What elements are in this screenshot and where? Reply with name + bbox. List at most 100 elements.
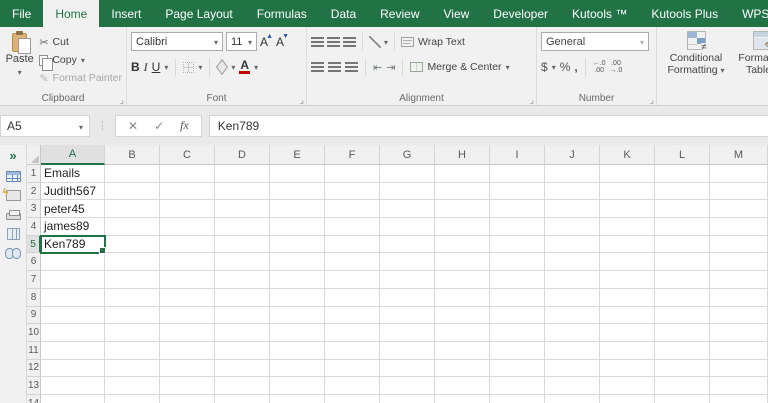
cell-A4[interactable]: james89: [41, 218, 105, 236]
cell-K12[interactable]: [600, 359, 655, 378]
cell-G7[interactable]: [380, 271, 435, 289]
borders-dropdown-arrow[interactable]: [198, 61, 202, 73]
cell-B11[interactable]: [105, 341, 160, 360]
alignment-dialog-launcher[interactable]: [530, 95, 534, 105]
cell-I4[interactable]: [490, 218, 545, 236]
cell-G5[interactable]: [380, 235, 435, 254]
cell-H5[interactable]: [435, 235, 490, 254]
column-header-J[interactable]: J: [545, 145, 600, 165]
cell-K11[interactable]: [600, 341, 655, 360]
cell-F12[interactable]: [325, 359, 380, 378]
cell-E10[interactable]: [270, 324, 325, 342]
formula-bar-input[interactable]: Ken789: [208, 114, 768, 137]
cell-F14[interactable]: [325, 394, 380, 403]
cell-J3[interactable]: [545, 200, 600, 219]
cell-C4[interactable]: [160, 218, 215, 236]
cell-C6[interactable]: [160, 253, 215, 272]
cell-E11[interactable]: [270, 341, 325, 360]
cell-B14[interactable]: [105, 394, 160, 403]
accounting-dropdown-arrow[interactable]: [552, 61, 556, 73]
row-header-12[interactable]: 12: [27, 359, 41, 378]
cell-M3[interactable]: [710, 200, 768, 219]
cell-I9[interactable]: [490, 306, 545, 325]
number-format-dropdown-arrow[interactable]: [640, 36, 644, 48]
cell-C14[interactable]: [160, 394, 215, 403]
format-painter-button[interactable]: Format Painter: [39, 70, 122, 86]
cell-M8[interactable]: [710, 288, 768, 307]
cell-A1[interactable]: Emails: [41, 165, 105, 183]
cell-K5[interactable]: [600, 235, 655, 254]
tab-data[interactable]: Data: [319, 0, 368, 27]
cell-G4[interactable]: [380, 218, 435, 236]
row-header-7[interactable]: 7: [27, 271, 41, 289]
cell-C13[interactable]: [160, 377, 215, 395]
tab-kutools-plus[interactable]: Kutools Plus: [639, 0, 730, 27]
bold-button[interactable]: B: [131, 60, 140, 74]
cell-M12[interactable]: [710, 359, 768, 378]
cell-H4[interactable]: [435, 218, 490, 236]
cell-K9[interactable]: [600, 306, 655, 325]
cell-F9[interactable]: [325, 306, 380, 325]
cell-H2[interactable]: [435, 182, 490, 201]
cell-M7[interactable]: [710, 271, 768, 289]
column-header-F[interactable]: F: [325, 145, 380, 165]
cell-C12[interactable]: [160, 359, 215, 378]
cell-M10[interactable]: [710, 324, 768, 342]
cell-L9[interactable]: [655, 306, 710, 325]
cell-F8[interactable]: [325, 288, 380, 307]
tab-kutools[interactable]: Kutools ™: [560, 0, 639, 27]
cell-M9[interactable]: [710, 306, 768, 325]
cell-A11[interactable]: [41, 341, 105, 360]
decrease-font-size-button[interactable]: A ▼: [276, 33, 289, 49]
cell-J8[interactable]: [545, 288, 600, 307]
row-header-8[interactable]: 8: [27, 288, 41, 307]
middle-align-icon[interactable]: [327, 36, 340, 47]
cell-J5[interactable]: [545, 235, 600, 254]
cell-M2[interactable]: [710, 182, 768, 201]
cell-I14[interactable]: [490, 394, 545, 403]
cell-D14[interactable]: [215, 394, 270, 403]
cell-A9[interactable]: [41, 306, 105, 325]
cell-A13[interactable]: [41, 377, 105, 395]
cell-C5[interactable]: [160, 235, 215, 254]
cell-B5[interactable]: [105, 235, 160, 254]
cell-F7[interactable]: [325, 271, 380, 289]
formula-bar-grip[interactable]: ⋮: [97, 119, 108, 132]
row-header-5[interactable]: 5: [27, 235, 41, 254]
cell-L1[interactable]: [655, 165, 710, 183]
clipboard-dialog-launcher[interactable]: [120, 95, 124, 105]
cell-B1[interactable]: [105, 165, 160, 183]
cell-J10[interactable]: [545, 324, 600, 342]
wrap-text-button[interactable]: Wrap Text: [401, 36, 465, 48]
cell-L2[interactable]: [655, 182, 710, 201]
cell-J14[interactable]: [545, 394, 600, 403]
cell-J1[interactable]: [545, 165, 600, 183]
decrease-decimal-button[interactable]: .00 →.0: [610, 60, 623, 74]
cell-H10[interactable]: [435, 324, 490, 342]
cell-B8[interactable]: [105, 288, 160, 307]
cell-C2[interactable]: [160, 182, 215, 201]
cell-G10[interactable]: [380, 324, 435, 342]
cell-A6[interactable]: [41, 253, 105, 272]
tab-wps-pdf[interactable]: WPS PDF: [730, 0, 768, 27]
tab-insert[interactable]: Insert: [99, 0, 153, 27]
cancel-button[interactable]: ✕: [128, 119, 138, 133]
cell-K14[interactable]: [600, 394, 655, 403]
comma-style-button[interactable]: ,: [574, 60, 577, 74]
italic-button[interactable]: I: [144, 60, 148, 75]
cell-M6[interactable]: [710, 253, 768, 272]
cell-K10[interactable]: [600, 324, 655, 342]
cell-L8[interactable]: [655, 288, 710, 307]
cell-L5[interactable]: [655, 235, 710, 254]
copy-button[interactable]: Copy: [39, 52, 122, 71]
cell-B10[interactable]: [105, 324, 160, 342]
column-header-A[interactable]: A: [41, 145, 105, 165]
cell-B13[interactable]: [105, 377, 160, 395]
cell-D10[interactable]: [215, 324, 270, 342]
bottom-align-icon[interactable]: [343, 36, 356, 47]
insert-function-button[interactable]: fx: [180, 118, 189, 133]
cell-G2[interactable]: [380, 182, 435, 201]
cell-E2[interactable]: [270, 182, 325, 201]
cell-C3[interactable]: [160, 200, 215, 219]
tab-developer[interactable]: Developer: [481, 0, 560, 27]
